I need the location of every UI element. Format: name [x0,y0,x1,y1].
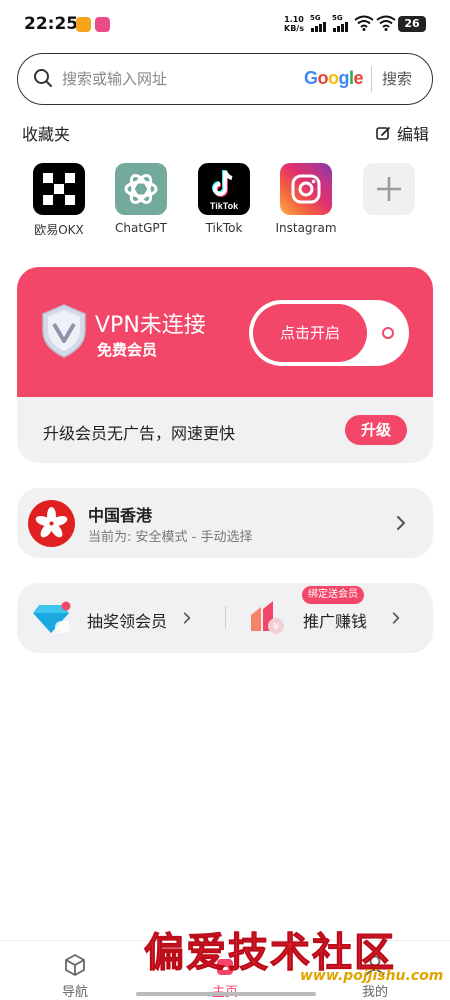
vpn-card: VPN未连接 免费会员 点击开启 升级会员无广告，网速更快 升级 [17,267,433,463]
diamond-icon [33,601,71,633]
watermark-url: www.pojjishu.com [300,968,444,984]
home-indicator[interactable] [136,992,316,996]
wifi-icon [376,15,396,31]
connect-button[interactable]: 点击开启 [253,304,367,362]
region-mode: 当前为: 安全模式 - 手动选择 [88,530,253,545]
vpn-status-title: VPN未连接 [95,313,206,338]
promo-card: 抽奖领会员 ¥ 绑定送会员 推广赚钱 [17,583,433,653]
wifi-icon [354,15,374,31]
svg-text:TikTok: TikTok [210,201,239,211]
favorites-title: 收藏夹 [22,125,71,144]
plus-icon [363,163,415,215]
chevron-right-icon [392,612,400,624]
lottery-link[interactable]: 抽奖领会员 [87,608,167,632]
membership-label: 免费会员 [97,341,158,359]
referral-icon: ¥ [251,601,284,634]
svg-text:¥: ¥ [273,622,279,633]
net-speed: 1.10 KB/s [284,15,304,33]
region-selector[interactable]: 中国香港 当前为: 安全模式 - 手动选择 [17,488,433,558]
vpn-status-panel: VPN未连接 免费会员 点击开启 [17,267,433,397]
okx-icon [33,163,85,215]
status-bar: 22:25 1.10 KB/s 5G 5G 26 [0,0,450,50]
referral-badge: 绑定送会员 [302,586,364,604]
vip-shield-icon [42,304,86,358]
search-bar[interactable]: Google 搜索 [17,53,433,105]
instagram-icon [280,163,332,215]
toggle-knob [382,327,394,339]
search-input[interactable] [62,66,292,92]
search-icon [34,69,52,87]
search-button[interactable]: 搜索 [382,68,412,89]
tiktok-icon: TikTok [198,163,250,215]
notification-app-icon [76,17,91,32]
notification-app-icon [95,17,110,32]
favorite-tiktok[interactable]: TikTok TikTok [184,163,264,235]
edit-icon [376,126,390,140]
referral-link[interactable]: 推广赚钱 [303,608,367,632]
cube-icon [65,954,85,976]
status-time: 22:25 [24,14,79,34]
signal-icon: 5G [310,14,328,32]
favorite-instagram[interactable]: Instagram [266,163,346,235]
nav-item-navigation[interactable]: 导航 [45,953,105,1000]
chevron-right-icon [397,516,405,530]
favorite-okx[interactable]: 欧易OKX [19,163,99,238]
google-logo[interactable]: Google [304,68,364,89]
divider [371,66,372,92]
upgrade-button[interactable]: 升级 [345,415,407,445]
add-favorite-button[interactable] [349,163,429,215]
upgrade-promo-text: 升级会员无广告，网速更快 [43,424,236,443]
vpn-toggle[interactable]: 点击开启 [249,300,409,366]
divider [225,606,226,628]
hong-kong-flag-icon [28,500,75,547]
chatgpt-icon [115,163,167,215]
signal-icon: 5G [332,14,350,32]
favorite-chatgpt[interactable]: ChatGPT [101,163,181,235]
chevron-right-icon [183,612,191,624]
edit-button[interactable]: 编辑 [376,121,429,145]
region-name: 中国香港 [88,506,153,525]
battery-icon: 26 [398,16,426,32]
